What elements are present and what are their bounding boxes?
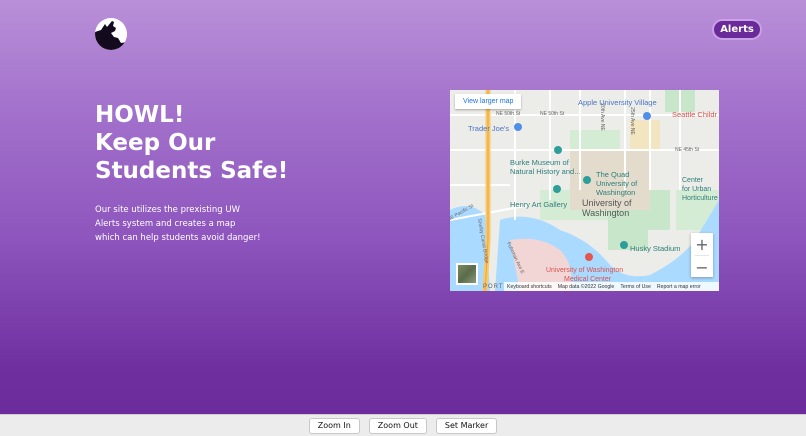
map-zoom-out-button[interactable]: − — [691, 256, 713, 278]
terms-of-use-link[interactable]: Terms of Use — [620, 284, 651, 290]
map-place-label-line: University of Washington — [546, 267, 624, 274]
hero-title-line: Students Safe! — [95, 158, 289, 184]
map-place-label-line: Washington — [582, 208, 630, 218]
map-place-label-line: Burke Museum of — [510, 158, 569, 167]
set-marker-button[interactable]: Set Marker — [435, 417, 498, 434]
satellite-toggle[interactable] — [456, 263, 478, 285]
keyboard-shortcuts-link[interactable]: Keyboard shortcuts — [507, 284, 552, 290]
map-place-label: Burke Museum of Natural History and... — [510, 158, 580, 176]
hero-description-line: which can help students avoid danger! — [95, 233, 261, 243]
map-place-label-line: University of — [582, 198, 632, 208]
howl-logo[interactable] — [95, 18, 127, 50]
map-place-label-line: University of — [596, 179, 638, 188]
map-place-label: PORT — [483, 284, 504, 290]
map-place-label: University of Washington — [582, 198, 632, 218]
hero-description: Our site utilizes the prexisting UW Aler… — [95, 203, 295, 245]
map-zoom-control: + − — [691, 233, 713, 277]
map-street-label: NE 45th St — [675, 147, 700, 153]
map-street-label: NE 50th St — [496, 111, 521, 117]
map-canvas — [450, 90, 719, 291]
map-place-label: Henry Art Gallery — [510, 200, 568, 209]
map-footer: Keyboard shortcuts Map data ©2022 Google… — [504, 282, 719, 291]
map-place-label-line: Center — [682, 177, 704, 184]
hero-title-line: HOWL! — [95, 102, 185, 128]
map-place-label: Center for Urban Horticulture — [682, 176, 718, 203]
hero-description-line: Alerts system and creates a map — [95, 219, 236, 229]
hero-title-line: Keep Our — [95, 130, 216, 156]
hero-title: HOWL! Keep Our Students Safe! — [95, 101, 288, 185]
map-street-label: 25th Ave NE — [628, 107, 635, 135]
map-street-label: NE 50th St — [540, 111, 565, 117]
report-map-error-link[interactable]: Report a map error — [657, 284, 701, 290]
zoom-out-button[interactable]: Zoom Out — [368, 417, 427, 434]
map-place-label: The Quad University of Washington — [596, 170, 637, 197]
map-place-label-line: Horticulture — [682, 195, 718, 202]
zoom-in-button[interactable]: Zoom In — [308, 417, 360, 434]
wolf-howling-icon — [95, 18, 127, 50]
embedded-map[interactable]: Apple University Village Seattle Childr … — [450, 90, 719, 291]
map-data-attribution: Map data ©2022 Google — [557, 283, 615, 290]
map-place-label-line: Washington — [596, 188, 636, 197]
map-place-label: Husky Stadium — [630, 244, 681, 253]
map-place-label: Apple University Village — [578, 98, 657, 107]
alerts-button[interactable]: Alerts — [712, 19, 762, 40]
map-zoom-in-button[interactable]: + — [691, 233, 713, 255]
map-place-label-line: Natural History and... — [510, 167, 581, 176]
map-place-label-line: for Urban — [682, 186, 712, 193]
map-place-label: Seattle Childr — [672, 110, 718, 119]
view-larger-map-link[interactable]: View larger map — [455, 94, 522, 109]
map-place-label-line: The Quad — [596, 170, 630, 179]
bottom-toolbar: Zoom In Zoom Out Set Marker — [0, 414, 806, 436]
map-place-label: Trader Joe's — [468, 124, 510, 133]
map-street-label: 20th Ave NE — [598, 103, 605, 131]
hero-description-line: Our site utilizes the prexisting UW — [95, 205, 241, 215]
